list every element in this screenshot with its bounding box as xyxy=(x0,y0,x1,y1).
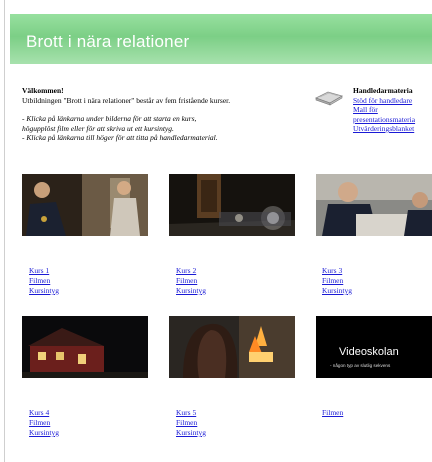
videoskolan-links: Filmen xyxy=(322,408,343,418)
course-5-links: Kurs 5 Filmen Kursintyg xyxy=(176,408,206,438)
course-1-link[interactable]: Kurs 1 xyxy=(29,266,59,276)
course-4-links: Kurs 4 Filmen Kursintyg xyxy=(29,408,59,438)
videoskolan-title: Videoskolan xyxy=(339,346,399,358)
course-4-film-link[interactable]: Filmen xyxy=(29,418,59,428)
videoskolan-subtitle: - någon typ av slutlig sekvens xyxy=(330,363,391,368)
link-utvarderingsblankett[interactable]: Utvärderingsblanket xyxy=(353,124,432,134)
course-5-film-link[interactable]: Filmen xyxy=(176,418,206,428)
course-2-film-link[interactable]: Filmen xyxy=(176,276,206,286)
course-1-links: Kurs 1 Filmen Kursintyg xyxy=(29,266,59,296)
course-5-certificate-link[interactable]: Kursintyg xyxy=(176,428,206,438)
course-1-certificate-link[interactable]: Kursintyg xyxy=(29,286,59,296)
course-2-link[interactable]: Kurs 2 xyxy=(176,266,206,276)
course-3-certificate-link[interactable]: Kursintyg xyxy=(322,286,352,296)
course-1-film-link[interactable]: Filmen xyxy=(29,276,59,286)
course-2-links: Kurs 2 Filmen Kursintyg xyxy=(176,266,206,296)
course-2-thumbnail[interactable] xyxy=(169,174,295,236)
instruction-3: - Klicka på länkarna till höger för att … xyxy=(22,133,218,143)
videoskolan-thumbnail[interactable]: Videoskolan - någon typ av slutlig sekve… xyxy=(316,316,432,378)
intro-heading: Välkommen! xyxy=(22,86,64,95)
intro-text: Välkommen! Utbildningen "Brott i nära re… xyxy=(22,86,322,143)
course-2-certificate-link[interactable]: Kursintyg xyxy=(176,286,206,296)
course-3-links: Kurs 3 Filmen Kursintyg xyxy=(322,266,352,296)
course-5-thumbnail[interactable] xyxy=(169,316,295,378)
course-4-link[interactable]: Kurs 4 xyxy=(29,408,59,418)
videoskolan-film-link[interactable]: Filmen xyxy=(322,408,343,418)
instruction-1: - Klicka på länkarna under bilderna för … xyxy=(22,114,197,124)
instruction-2: högupplöst film eller för att skriva ut … xyxy=(22,123,174,133)
link-mall-for[interactable]: Mall för xyxy=(353,105,432,115)
course-3-thumbnail[interactable] xyxy=(316,174,432,236)
course-5-link[interactable]: Kurs 5 xyxy=(176,408,206,418)
course-1-thumbnail[interactable] xyxy=(22,174,148,236)
link-presentationsmaterial[interactable]: presentationsmateria xyxy=(353,115,432,125)
intro-description: Utbildningen "Brott i nära relationer" b… xyxy=(22,95,231,105)
course-4-thumbnail[interactable] xyxy=(22,316,148,378)
handledarmaterial-title: Handledarmateria xyxy=(353,86,413,95)
book-icon xyxy=(314,86,344,106)
handledarmaterial-panel: Handledarmateria Stöd för handledare Mal… xyxy=(353,86,432,134)
course-3-film-link[interactable]: Filmen xyxy=(322,276,352,286)
course-3-link[interactable]: Kurs 3 xyxy=(322,266,352,276)
header-banner: Brott i nära relationer xyxy=(10,14,432,64)
link-stod-for-handledare[interactable]: Stöd för handledare xyxy=(353,96,432,106)
page-title: Brott i nära relationer xyxy=(26,32,190,51)
course-4-certificate-link[interactable]: Kursintyg xyxy=(29,428,59,438)
